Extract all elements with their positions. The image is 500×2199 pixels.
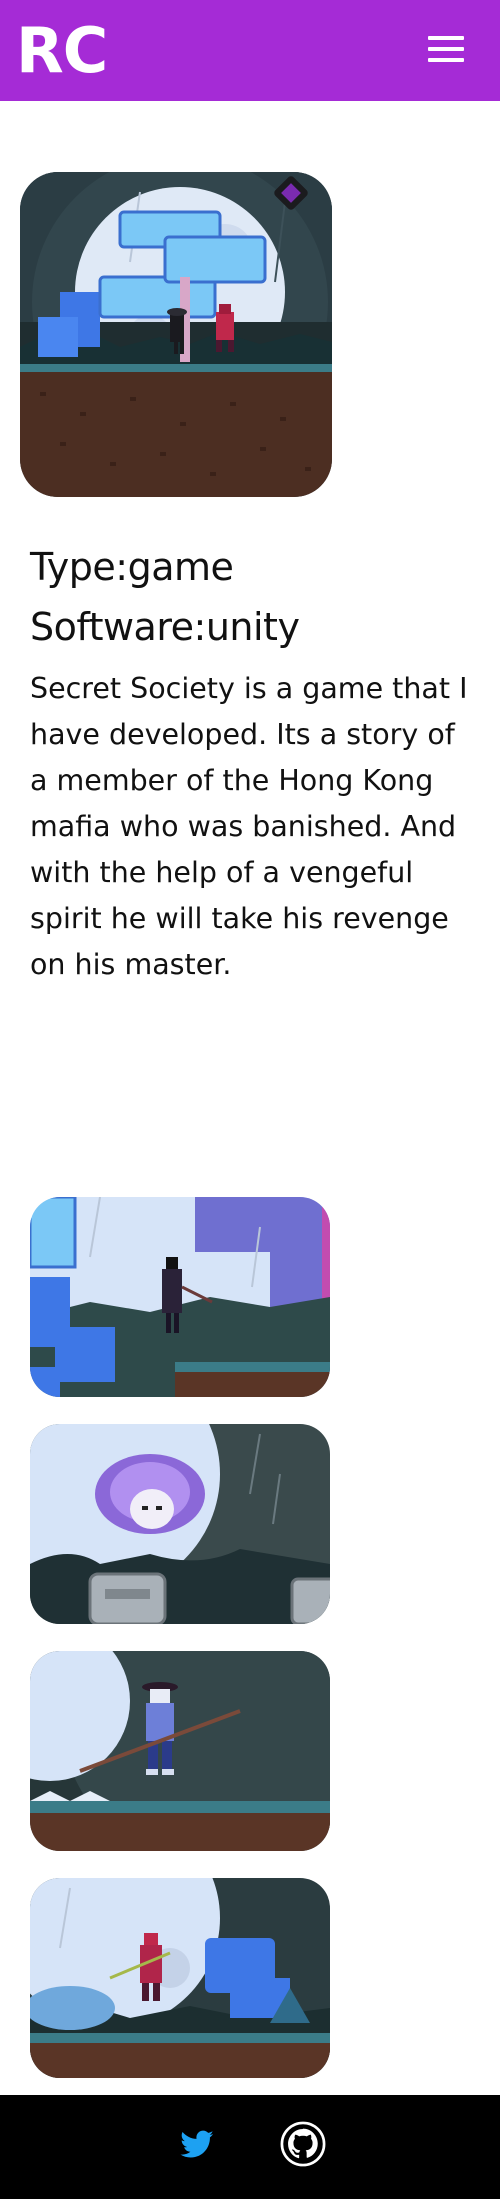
- project-type: Type:game: [30, 545, 234, 589]
- gallery-image-3[interactable]: [30, 1651, 330, 1851]
- gallery-image-2[interactable]: [30, 1424, 330, 1624]
- project-description: Secret Society is a game that I have dev…: [30, 672, 468, 981]
- github-icon[interactable]: [280, 2121, 326, 2167]
- project-software: Software:unity: [30, 605, 300, 649]
- site-logo[interactable]: RC: [16, 16, 108, 86]
- twitter-icon[interactable]: [178, 2127, 216, 2163]
- site-footer: [0, 2095, 500, 2199]
- gallery-image-4[interactable]: [30, 1878, 330, 2078]
- gallery-image-1[interactable]: [30, 1197, 330, 1397]
- site-header: RC: [0, 0, 500, 101]
- project-cover-image: [20, 172, 332, 497]
- hamburger-menu-icon[interactable]: [428, 34, 464, 64]
